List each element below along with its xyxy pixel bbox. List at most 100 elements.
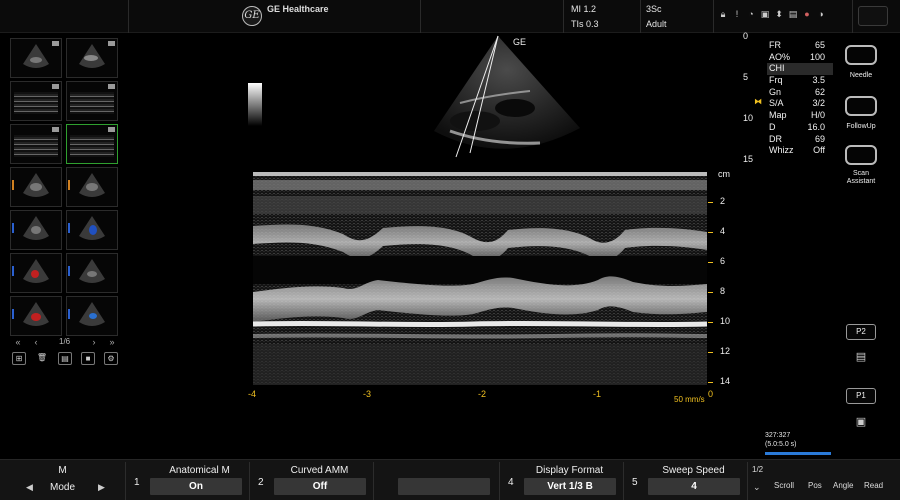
camera-icon <box>52 127 59 132</box>
depth-tick-mark <box>708 202 713 203</box>
cine-time: (5.0:5.0 s) <box>765 441 797 448</box>
thumbnail[interactable] <box>10 38 62 78</box>
read-button[interactable]: Read <box>864 481 883 490</box>
thumbnail[interactable] <box>10 167 62 207</box>
print-icon[interactable]: ▤ <box>854 351 868 363</box>
curved-amm-title: Curved AMM <box>290 465 349 476</box>
param-row: Frq 3.5 <box>767 75 833 87</box>
param-value: H/0 <box>810 110 825 121</box>
thumbnail[interactable] <box>66 253 118 293</box>
display-format-value[interactable]: Vert 1/3 B <box>524 478 616 495</box>
color-marker <box>12 309 14 319</box>
camera-icon <box>52 41 59 46</box>
thumbnail[interactable] <box>66 38 118 78</box>
thumbnail[interactable] <box>10 124 62 164</box>
angle-button[interactable]: Angle <box>833 481 853 490</box>
thumbnail[interactable] <box>66 210 118 250</box>
sweep-speed-control[interactable]: 5 Sweep Speed 4 <box>624 462 748 500</box>
color-doppler-thumb-icon <box>79 216 105 240</box>
focus-marker-icon: ⧓ <box>754 97 762 106</box>
param-row: Map H/0 <box>767 110 833 122</box>
divider <box>563 0 564 33</box>
thumbnail[interactable] <box>66 296 118 336</box>
display-format-control[interactable]: 4 Display Format Vert 1/3 B <box>500 462 624 500</box>
needle-label: Needle <box>849 72 873 79</box>
folder-icon[interactable]: ■ <box>81 352 95 365</box>
divider <box>640 0 641 33</box>
thumbnail[interactable] <box>10 210 62 250</box>
print-icon[interactable]: ▤ <box>58 352 72 365</box>
p1-button[interactable]: P1 <box>846 388 876 404</box>
mechanical-index: MI 1.2 <box>571 4 597 14</box>
mode-next-icon[interactable]: ▶ <box>98 482 105 493</box>
bmode-image: GE <box>434 35 580 158</box>
param-row: Gn 62 <box>767 87 833 99</box>
thumbnail[interactable] <box>66 167 118 207</box>
thumbnail[interactable] <box>10 81 62 121</box>
param-value: Off <box>813 145 825 156</box>
curved-amm-value[interactable]: Off <box>274 478 366 495</box>
p2-button[interactable]: P2 <box>846 324 876 340</box>
time-tick: -1 <box>593 389 602 399</box>
depth-tick-mark <box>708 382 713 383</box>
needle-button[interactable] <box>845 45 877 65</box>
last-page-button[interactable]: » <box>106 336 118 348</box>
softkey-page: 1/2 <box>752 465 764 474</box>
softkey-number: 1 <box>134 477 140 488</box>
thumbnail[interactable] <box>10 253 62 293</box>
param-row: CHI <box>767 63 833 76</box>
probe-name: 3Sc <box>646 4 662 14</box>
divider <box>713 0 714 33</box>
followup-button[interactable] <box>845 96 877 116</box>
bottom-control-bar: M ◀ Mode ▶ 1 Anatomical M On 2 Curved AM… <box>0 459 900 500</box>
color-marker <box>12 180 14 190</box>
settings-icon[interactable]: ⚙ <box>104 352 118 365</box>
color-doppler-thumb-icon <box>23 216 49 240</box>
cine-progress-bar[interactable] <box>765 452 831 455</box>
color-doppler-thumb-icon <box>23 259 49 283</box>
scan-assistant-button[interactable] <box>845 145 877 165</box>
mmode-thumb-icon <box>70 135 114 157</box>
grid-view-icon[interactable]: ⊞ <box>12 352 26 365</box>
param-label: Frq <box>769 75 783 86</box>
mode-control[interactable]: M ◀ Mode ▶ <box>0 462 126 500</box>
bmode-thumb-icon <box>23 44 49 68</box>
param-value: 100 <box>809 51 825 62</box>
color-marker <box>12 223 14 233</box>
param-label: S/A <box>769 98 784 109</box>
sweep-speed-value[interactable]: 4 <box>648 478 740 495</box>
chevron-down-icon[interactable]: ⌄ <box>753 482 761 493</box>
first-page-button[interactable]: « <box>12 336 24 348</box>
thumbnail[interactable] <box>10 296 62 336</box>
param-value: 65 <box>814 40 825 50</box>
param-row: Whizz Off <box>767 145 833 157</box>
sweep-speed-title: Sweep Speed <box>662 465 725 476</box>
wifi-icon: ◔ <box>748 9 754 19</box>
camera-icon <box>108 127 115 132</box>
depth-tick: 14 <box>720 376 731 386</box>
pos-button[interactable]: Pos <box>808 481 822 490</box>
anatomical-m-control[interactable]: 1 Anatomical M On <box>126 462 250 500</box>
param-value: 16.0 <box>807 121 825 132</box>
thumbnail[interactable] <box>66 81 118 121</box>
curved-amm-control[interactable]: 2 Curved AMM Off <box>250 462 374 500</box>
mode-value: Mode <box>49 482 75 493</box>
color-marker <box>68 309 70 319</box>
depth-tick: 5 <box>743 72 749 82</box>
color-marker <box>68 180 70 190</box>
trash-icon[interactable]: 🗑︎ <box>35 352 49 365</box>
system-menu-button[interactable] <box>858 6 888 26</box>
cine-counter: 327:327 (5.0:5.0 s) <box>765 431 797 449</box>
param-label: D <box>769 121 776 132</box>
depth-tick: 10 <box>743 113 754 123</box>
color-doppler-thumb-icon <box>79 302 105 326</box>
save-hd-icon[interactable]: ▣ <box>854 416 868 428</box>
time-tick: -3 <box>363 389 372 399</box>
printer-icon: ▤ <box>788 9 798 19</box>
thumbnail-selected[interactable] <box>66 124 118 164</box>
next-page-button[interactable]: › <box>88 336 100 348</box>
anatomical-m-value[interactable]: On <box>150 478 242 495</box>
camera-icon <box>108 41 115 46</box>
prev-page-button[interactable]: ‹ <box>30 336 42 348</box>
scroll-button[interactable]: Scroll <box>774 481 794 490</box>
